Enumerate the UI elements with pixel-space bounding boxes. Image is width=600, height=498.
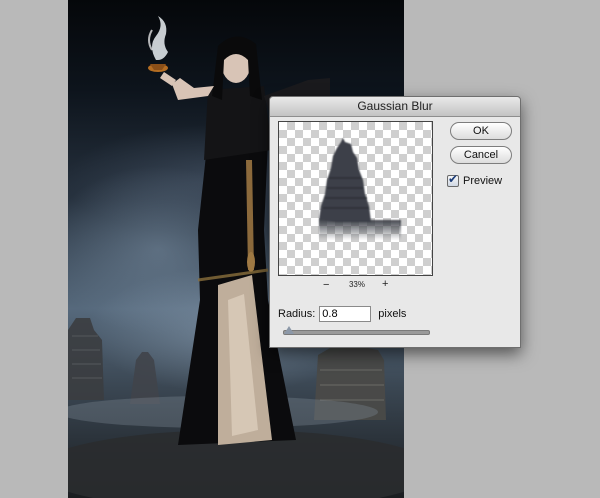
blur-preview-window[interactable]	[278, 121, 433, 276]
zoom-level: 33%	[348, 280, 365, 289]
ok-button[interactable]: OK	[450, 122, 512, 140]
check-mark-icon: ✔	[448, 172, 459, 186]
radius-row: Radius: pixels	[278, 306, 406, 322]
preview-temple-image	[319, 138, 401, 240]
cancel-button[interactable]: Cancel	[450, 146, 512, 164]
preview-toggle[interactable]: ✔ Preview	[447, 172, 503, 188]
zoom-in-icon[interactable]: +	[382, 278, 388, 290]
zoom-out-icon[interactable]: −	[323, 279, 329, 291]
slider-thumb-icon[interactable]	[283, 326, 294, 334]
radius-slider[interactable]	[283, 326, 430, 335]
dialog-title[interactable]: Gaussian Blur	[270, 97, 520, 117]
preview-label: Preview	[463, 175, 503, 187]
radius-label: Radius:	[278, 308, 316, 320]
preview-checkbox[interactable]: ✔	[447, 172, 459, 187]
gaussian-blur-dialog: Gaussian Blur − 33% + OK Cancel ✔ Previe…	[269, 96, 521, 348]
radius-unit: pixels	[378, 308, 407, 320]
zoom-controls: − 33% +	[278, 278, 433, 292]
radius-input[interactable]	[319, 306, 372, 322]
